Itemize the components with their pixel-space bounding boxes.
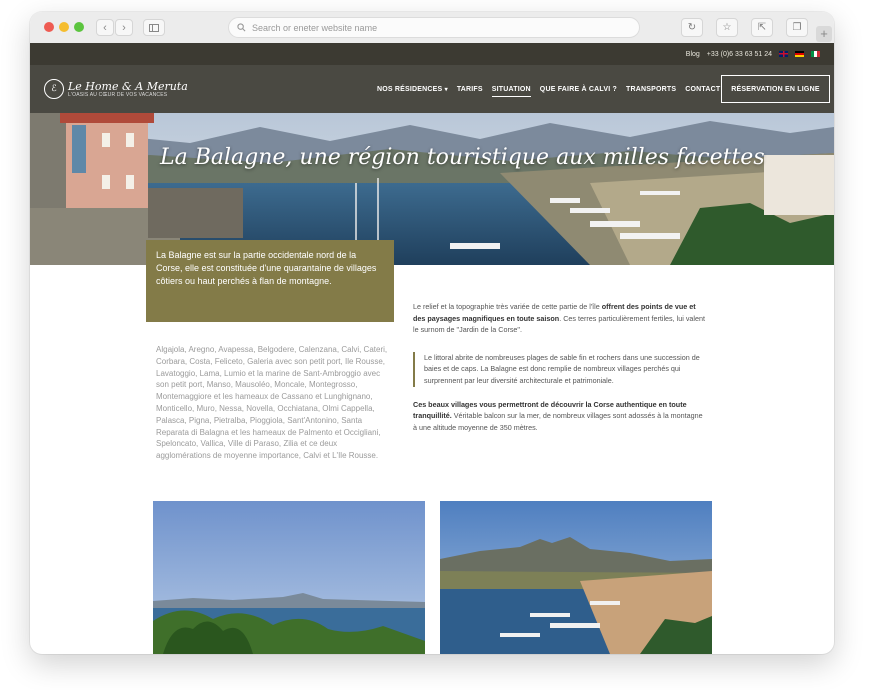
browser-window: ‹ › Search or eneter website name ↻ ☆ ⇱ … — [30, 12, 834, 654]
blog-link[interactable]: Blog — [686, 51, 700, 58]
back-icon[interactable]: ‹ — [96, 19, 114, 36]
browser-chrome: ‹ › Search or eneter website name ↻ ☆ ⇱ … — [30, 12, 834, 43]
phone-number[interactable]: +33 (0)6 33 63 51 24 — [707, 51, 772, 58]
tabs-icon[interactable]: ❐ — [786, 18, 808, 37]
gallery-image-harbor[interactable] — [440, 501, 712, 654]
logo-icon: ℰ — [44, 79, 64, 99]
share-icon[interactable]: ⇱ — [751, 18, 773, 37]
dropdown-arrow-icon: ▾ — [444, 86, 448, 93]
new-tab-icon[interactable]: + — [816, 26, 832, 42]
german-flag-icon[interactable] — [795, 51, 804, 57]
quote-paragraph: Le littoral abrite de nombreuses plages … — [413, 351, 705, 387]
sidebar-icon[interactable] — [143, 19, 165, 36]
bookmark-icon[interactable]: ☆ — [716, 18, 738, 37]
text: Le relief et la topographie très variée … — [413, 302, 602, 311]
menu-item-situation[interactable]: SITUATION — [491, 86, 531, 97]
description-paragraph-3: Ces beaux villages vous permettront de d… — [413, 399, 705, 434]
search-icon — [237, 23, 246, 32]
forward-icon[interactable]: › — [115, 19, 133, 36]
menu: NOS RÉSIDENCES ▾ TARIFS SITUATION QUE FA… — [377, 65, 720, 113]
minimize-dot[interactable] — [59, 22, 69, 32]
top-info-bar: Blog +33 (0)6 33 63 51 24 — [30, 43, 834, 65]
text: Véritable balcon sur la mer, de nombreux… — [413, 411, 703, 432]
menu-item-transports[interactable]: TRANSPORTS — [626, 86, 676, 93]
url-bar[interactable]: Search or eneter website name — [228, 17, 640, 38]
reservation-button[interactable]: RÉSERVATION EN LIGNE — [721, 75, 830, 103]
menu-item-residences[interactable]: NOS RÉSIDENCES ▾ — [377, 86, 448, 93]
url-placeholder: Search or eneter website name — [252, 22, 378, 33]
description-paragraph-1: Le relief et la topographie très variée … — [413, 301, 705, 336]
menu-item-que-faire[interactable]: QUE FAIRE À CALVI ? — [540, 86, 617, 93]
gallery-image-beach[interactable] — [153, 501, 425, 654]
reload-icon[interactable]: ↻ — [681, 18, 703, 37]
italian-flag-icon[interactable] — [811, 51, 820, 57]
menu-item-tarifs[interactable]: TARIFS — [457, 86, 483, 93]
description-column: Le relief et la topographie très variée … — [413, 301, 705, 433]
site-logo[interactable]: ℰ Le Home & A Meruta L'OASIS AU CŒUR DE … — [44, 79, 188, 99]
logo-title: Le Home & A Meruta — [68, 79, 188, 93]
maximize-dot[interactable] — [74, 22, 84, 32]
main-nav: ℰ Le Home & A Meruta L'OASIS AU CŒUR DE … — [30, 65, 834, 113]
uk-flag-icon[interactable] — [779, 51, 788, 57]
menu-item-contact[interactable]: CONTACT — [685, 86, 720, 93]
close-dot[interactable] — [44, 22, 54, 32]
villages-list: Algajola, Aregno, Avapessa, Belgodere, C… — [156, 345, 388, 461]
hero-title: La Balagne, une région touristique aux m… — [160, 145, 765, 170]
intro-box: La Balagne est sur la partie occidentale… — [146, 240, 394, 322]
menu-item-label: NOS RÉSIDENCES — [377, 85, 443, 93]
